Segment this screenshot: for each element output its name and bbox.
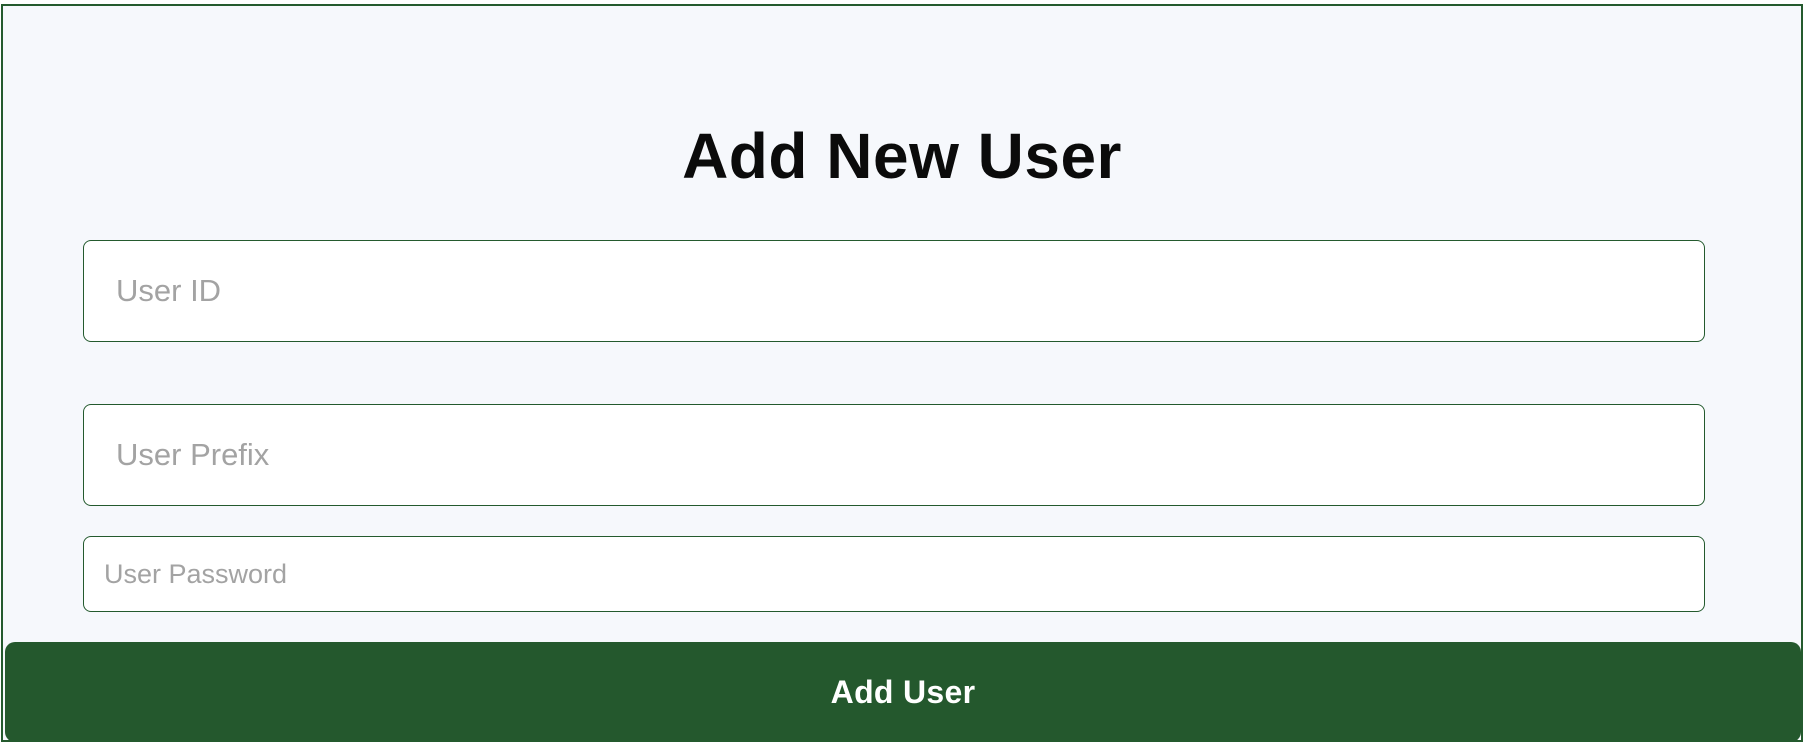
user-id-input[interactable] bbox=[83, 240, 1705, 342]
user-password-input[interactable] bbox=[83, 536, 1705, 612]
add-user-button[interactable]: Add User bbox=[5, 642, 1801, 740]
page-title: Add New User bbox=[682, 120, 1122, 192]
add-user-form: Add New User Add User bbox=[1, 4, 1803, 742]
user-prefix-input[interactable] bbox=[83, 404, 1705, 506]
